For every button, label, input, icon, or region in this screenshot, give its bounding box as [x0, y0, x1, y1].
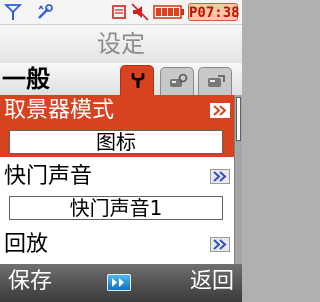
list-item-label: 快门声音: [4, 164, 93, 189]
list-item-label: 取景器模式: [4, 98, 115, 123]
expand-arrow-button[interactable]: [210, 103, 230, 118]
scrollbar[interactable]: [234, 95, 242, 264]
tab-phone-settings[interactable]: [160, 67, 194, 95]
tab-section-title: 一般: [2, 65, 50, 93]
tab-general[interactable]: [120, 65, 154, 95]
expand-arrow-button[interactable]: [210, 237, 230, 252]
viewfinder-mode-value[interactable]: 图标: [9, 130, 223, 154]
tool-icon: [38, 4, 53, 19]
list-item-value-row: 快门声音1: [0, 193, 234, 223]
phone-settings-icon: [170, 73, 188, 87]
settings-list: 取景器模式 图标 快门声音 快门声音1 回放: [0, 95, 234, 264]
message-icon: [112, 5, 126, 19]
phone-screen: P07:38 设定 一般 取景器模式 图标 快门声音 快门声音1 回放 保存 返…: [0, 0, 242, 302]
status-bar: P07:38: [0, 0, 242, 25]
save-button[interactable]: 保存: [8, 264, 52, 302]
back-button[interactable]: 返回: [190, 264, 234, 302]
network-settings-icon: [208, 75, 225, 87]
list-item-value-row: 图标: [0, 127, 234, 157]
signal-icon: [4, 4, 22, 20]
wrench-icon: [131, 73, 145, 88]
scrollbar-thumb[interactable]: [236, 97, 241, 141]
double-chevron-right-icon: [213, 239, 227, 250]
shutter-sound-value[interactable]: 快门声音1: [9, 196, 223, 220]
double-chevron-right-icon: [213, 171, 227, 182]
clock: P07:38: [188, 3, 240, 21]
list-item-viewfinder-mode[interactable]: 取景器模式: [0, 95, 234, 127]
list-item-label: 回放: [4, 232, 49, 257]
list-item-playback[interactable]: 回放: [0, 229, 234, 261]
mute-icon: [131, 3, 149, 21]
expand-arrow-button[interactable]: [210, 169, 230, 184]
battery-icon: [153, 5, 184, 19]
page-title: 设定: [0, 25, 242, 63]
select-button[interactable]: [107, 274, 131, 291]
softkey-bar: 保存 返回: [0, 264, 242, 302]
double-chevron-right-icon: [213, 105, 227, 116]
forward-icon: [112, 278, 124, 287]
tab-network-settings[interactable]: [198, 67, 232, 95]
tab-row: 一般: [0, 63, 242, 95]
list-item-shutter-sound[interactable]: 快门声音: [0, 161, 234, 193]
